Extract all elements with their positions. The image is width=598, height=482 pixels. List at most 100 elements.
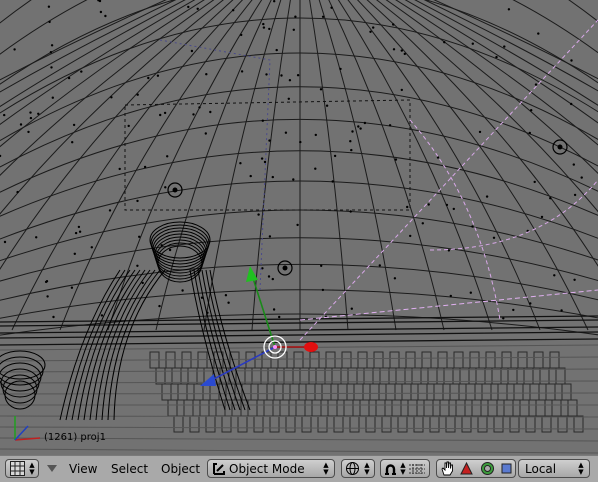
hand-icon[interactable] [440,461,454,476]
seat-wireframe [333,415,344,433]
dome-meridian-line [337,0,493,331]
star-dot [357,125,360,128]
menu-view[interactable]: View [69,461,97,478]
seat-wireframe [353,383,364,401]
star-dot [159,113,162,117]
seat-wireframe [167,399,178,417]
seat-wireframe [321,383,332,401]
dome-latitude-line [0,86,598,168]
seat-wireframe [161,383,172,401]
seat-wireframe [285,415,296,433]
star-dot [51,96,54,99]
seat-wireframe [357,351,368,369]
star-dot [143,165,147,169]
star-dot [74,231,78,235]
star-dot [292,28,295,31]
seat-wireframe [517,351,528,369]
dome-latitude-line [0,52,598,142]
seat-wireframe [549,351,560,369]
star-dot [530,109,533,112]
seat-wireframe [509,415,520,433]
star-dot [471,225,474,228]
floor-grid-line [0,426,598,430]
seat-wireframe [545,383,556,401]
seat-wireframe [349,415,360,433]
dome-meridian-line [328,0,445,331]
lamp-center [282,265,288,271]
seat-wireframe [455,399,466,417]
star-dot [209,110,212,114]
star-dot [47,5,51,8]
orientation-select[interactable]: Local ▲ ▼ [518,459,590,478]
seat-wireframe [343,399,354,417]
seat-wireframe [327,399,338,417]
triangle-icon[interactable] [460,462,474,475]
dome-meridian-line [318,0,397,331]
seat-wireframe [437,351,448,369]
window-type-button[interactable]: ▲ ▼ [5,459,39,478]
star-dot [325,104,329,107]
mode-select[interactable]: Object Mode ▲ ▼ [207,459,335,478]
star-dot [164,186,167,189]
seat-wireframe [533,351,544,369]
star-dot [265,73,268,76]
seat-wireframe [449,383,460,401]
star-dot [363,121,367,125]
horizon-line [0,338,598,346]
star-dot [227,301,230,304]
circle-icon[interactable] [480,461,495,476]
square-icon[interactable] [501,463,512,474]
star-dot [330,6,333,9]
pivot-select[interactable]: ▲ ▼ [380,459,430,478]
star-dot [268,27,271,31]
seat-wireframe [369,383,380,401]
layers-grid-icon [409,463,425,474]
seat-wireframe [503,399,514,417]
seat-wireframe [485,351,496,369]
draw-type-select[interactable]: ▲ ▼ [341,459,375,478]
seat-wireframe [381,415,392,433]
horizon-line [0,326,598,334]
star-dot [271,175,274,179]
star-dot [249,174,252,178]
star-dot [13,48,16,51]
star-dot [314,167,317,170]
lamp-center [172,187,178,193]
menu-object[interactable]: Object [161,461,200,478]
star-dot [287,97,290,101]
star-dot [321,288,325,292]
seat-wireframe [189,415,200,433]
frame-object-label: (1261) proj1 [44,432,106,443]
star-dot [299,140,302,144]
star-dot [392,48,396,51]
star-dot [553,274,556,277]
dome-meridian-line [0,0,205,148]
seat-wireframe [445,415,456,433]
star-dot [166,155,169,158]
seat-wireframe [187,367,198,385]
star-dot [485,195,489,198]
triangle-down-icon[interactable] [46,464,58,473]
character-wireframe [189,269,226,411]
seat-wireframe [193,383,204,401]
seat-wireframe [487,399,498,417]
star-dot [288,79,292,82]
updown-icon: ▲ ▼ [323,460,329,476]
star-dot [403,52,406,56]
grid-icon [10,461,25,476]
seat-wireframe [325,351,336,369]
star-dot [50,66,53,69]
star-dot [156,74,160,77]
menu-select[interactable]: Select [111,461,148,478]
star-dot [359,127,362,130]
star-dot [240,33,243,37]
3d-viewport[interactable]: (1261) proj1 [0,0,598,455]
star-dot [158,304,161,308]
star-dot [73,252,77,255]
seat-wireframe [309,351,320,369]
dome-meridian-line [356,0,589,331]
seat-wireframe [405,351,416,369]
star-dot [507,8,511,11]
star-dot [537,32,540,35]
star-dot [349,140,352,143]
